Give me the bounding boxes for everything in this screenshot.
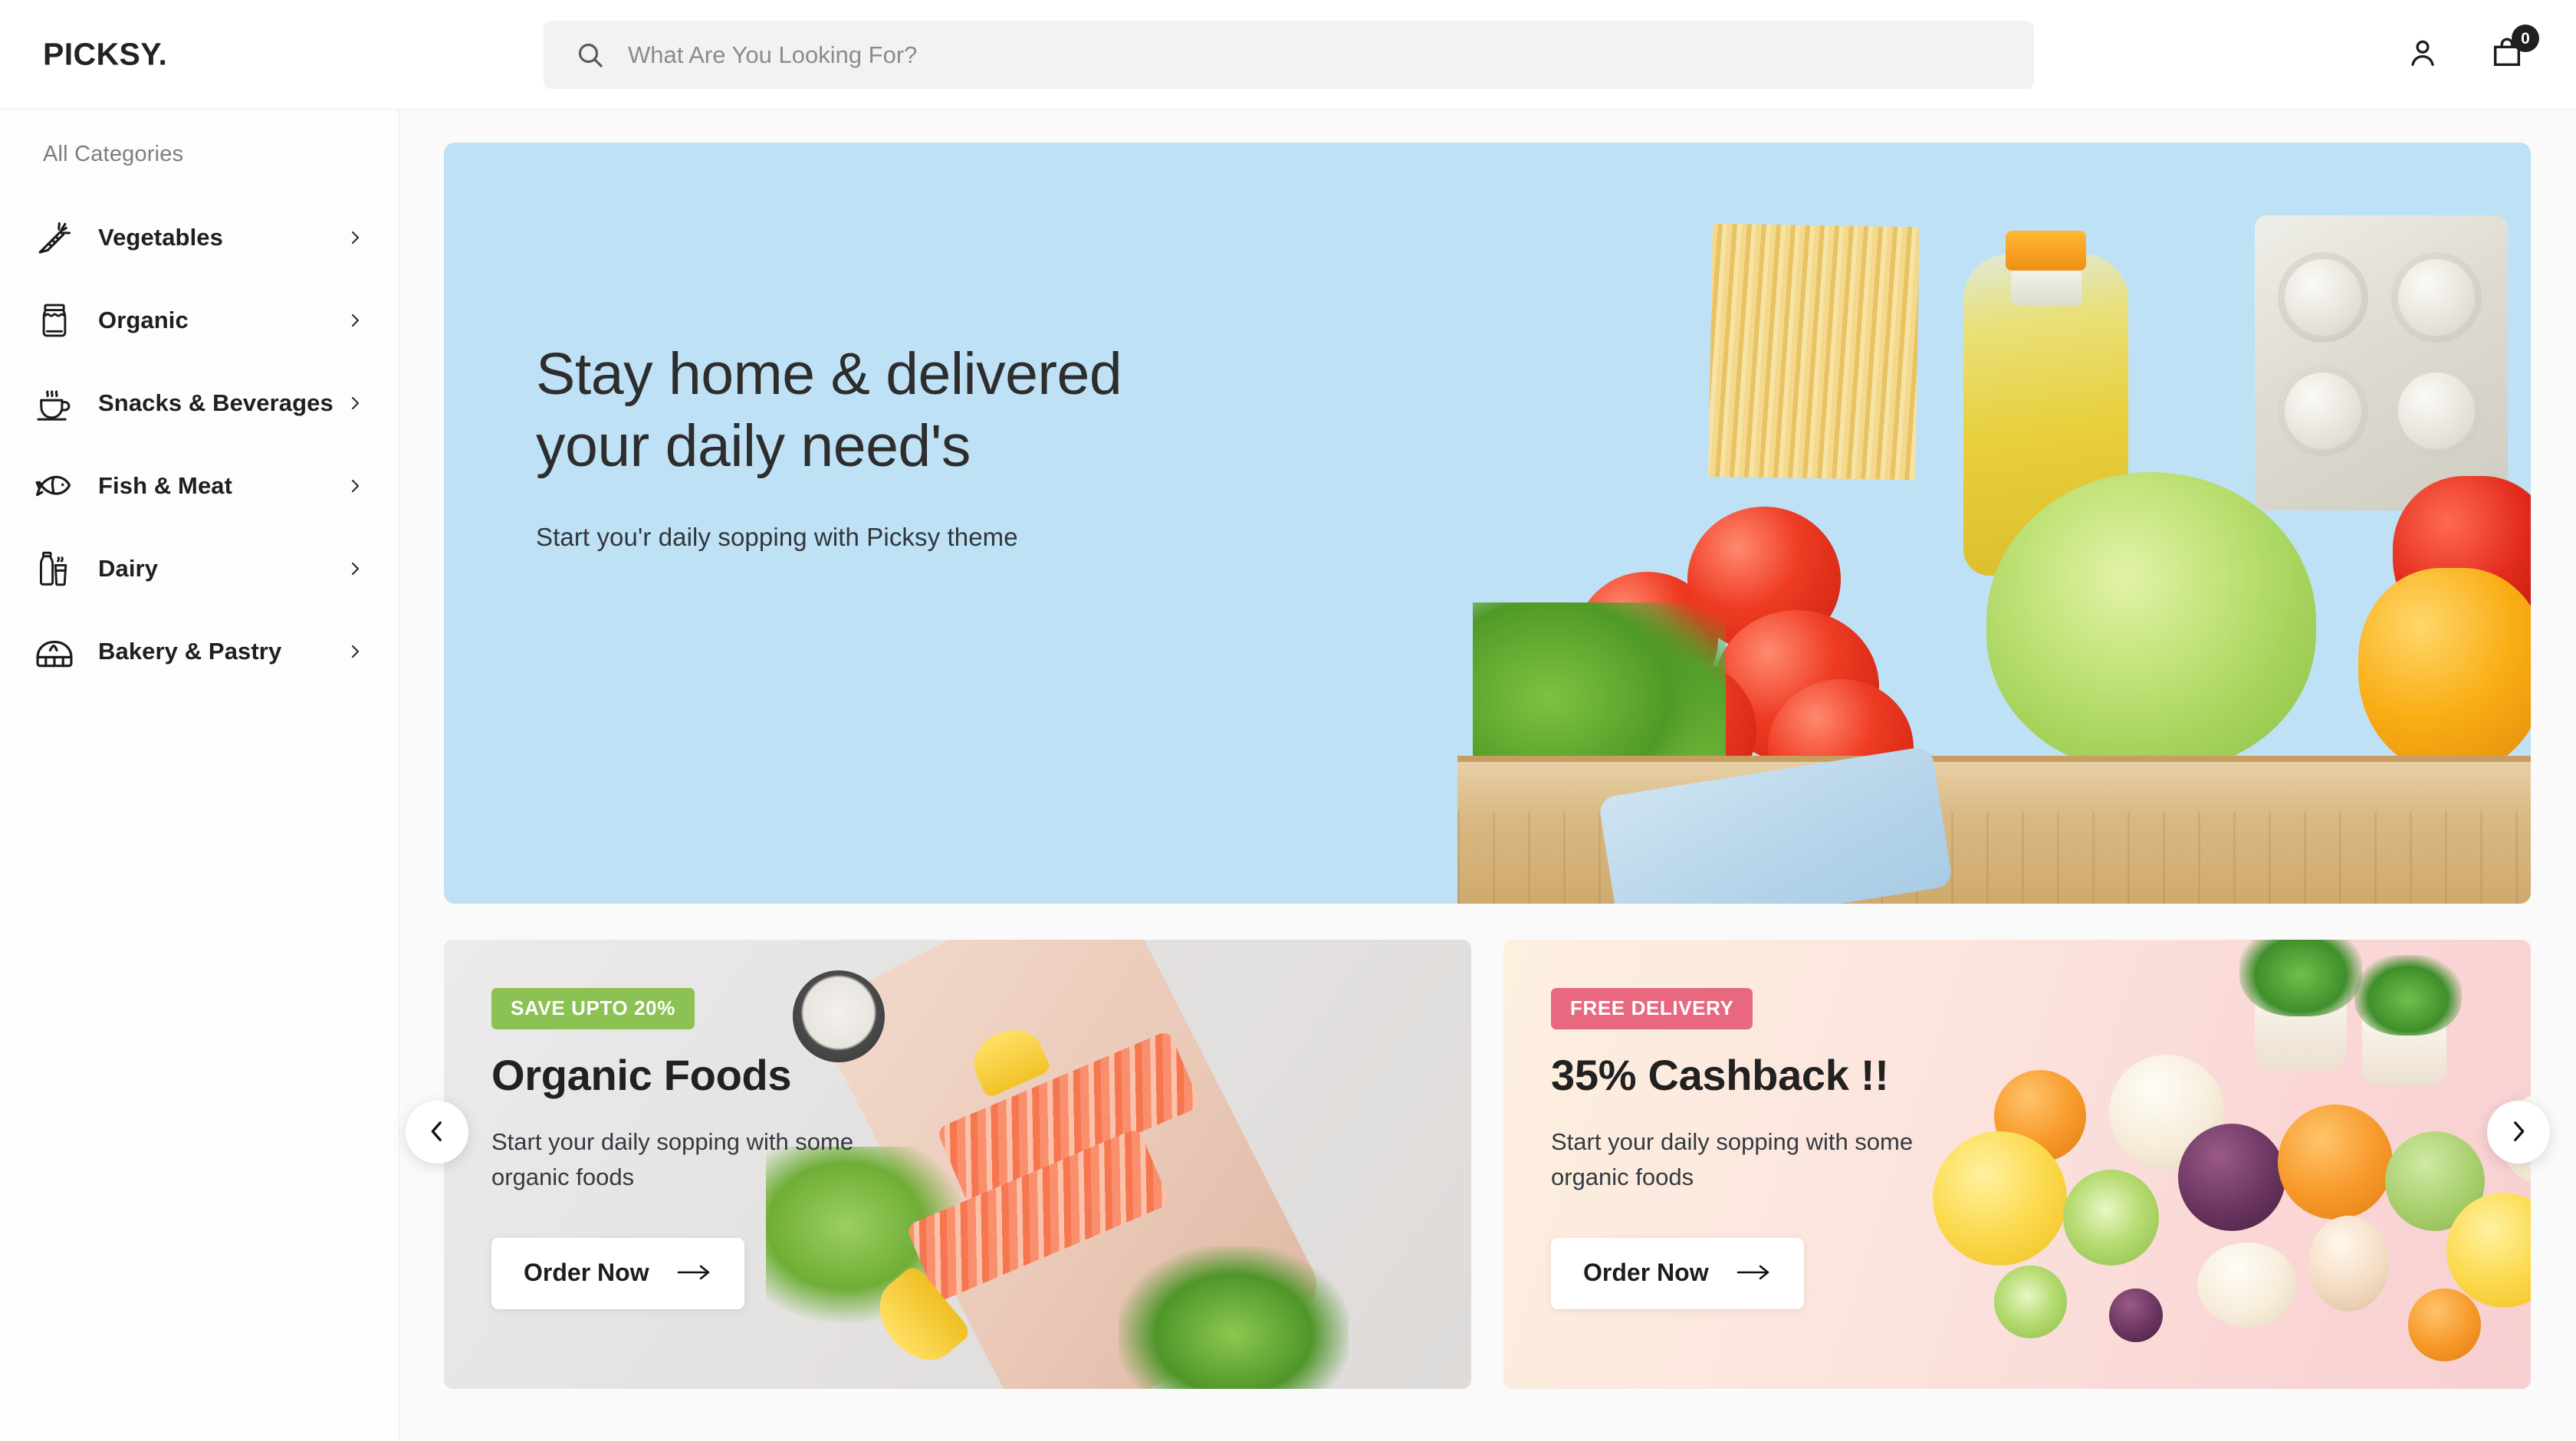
main-content: Stay home & delivered your daily need's … [399, 110, 2576, 1441]
category-sidebar: All Categories Vegetables Organic Snacks… [0, 110, 399, 1441]
promo-badge: FREE DELIVERY [1551, 988, 1753, 1029]
header-actions: 0 [2403, 25, 2539, 74]
chevron-right-icon [2505, 1118, 2532, 1147]
promo-title: Organic Foods [491, 1051, 792, 1099]
promo-description: Start your daily sopping with some organ… [1551, 1128, 1914, 1190]
user-icon [2405, 35, 2440, 74]
fish-icon [31, 462, 78, 510]
search-input[interactable] [628, 21, 2003, 89]
sidebar-item-label: Snacks & Beverages [98, 389, 334, 416]
site-header: PICKSY. 0 [0, 0, 2576, 110]
promo-card-cashback[interactable]: FREE DELIVERY 35% Cashback !! Start your… [1503, 940, 2531, 1389]
cart-count-badge: 0 [2512, 25, 2539, 52]
hero-text: Stay home & delivered your daily need's … [536, 339, 1122, 552]
jar-icon [31, 297, 78, 344]
sidebar-item-label: Fish & Meat [98, 472, 233, 499]
chevron-right-icon [345, 310, 365, 330]
chevron-left-icon [424, 1118, 450, 1147]
sidebar-item-organic[interactable]: Organic [0, 279, 399, 362]
search-icon [574, 39, 606, 71]
promo-cards: SAVE UPTO 20% Organic Foods Start your d… [444, 940, 2531, 1389]
sidebar-item-vegetables[interactable]: Vegetables [0, 196, 399, 279]
hero-banner[interactable]: Stay home & delivered your daily need's … [444, 143, 2531, 904]
cart-button[interactable]: 0 [2487, 25, 2539, 74]
chevron-right-icon [345, 642, 365, 661]
sidebar-item-label: Dairy [98, 555, 159, 582]
promo-description: Start your daily sopping with some organ… [491, 1128, 854, 1190]
hero-title-line-2: your daily need's [536, 412, 971, 479]
sidebar-item-label: Vegetables [98, 224, 223, 251]
order-now-button[interactable]: Order Now [491, 1237, 744, 1309]
sidebar-item-fish-meat[interactable]: Fish & Meat [0, 445, 399, 527]
coffee-cup-icon [31, 379, 78, 427]
sidebar-item-bakery-pastry[interactable]: Bakery & Pastry [0, 610, 399, 693]
chevron-right-icon [345, 476, 365, 496]
search-bar[interactable] [544, 21, 2034, 89]
sidebar-item-label: Bakery & Pastry [98, 638, 282, 665]
chevron-right-icon [345, 228, 365, 248]
arrow-right-icon [677, 1263, 712, 1282]
chevron-right-icon [345, 393, 365, 413]
order-now-button[interactable]: Order Now [1551, 1237, 1804, 1309]
carrot-icon [31, 214, 78, 261]
account-button[interactable] [2403, 34, 2443, 74]
promo-card-organic-foods[interactable]: SAVE UPTO 20% Organic Foods Start your d… [444, 940, 1471, 1389]
carousel-next-button[interactable] [2487, 1101, 2550, 1164]
milk-bottle-icon [31, 545, 78, 592]
hero-title-line-1: Stay home & delivered [536, 341, 1122, 407]
sidebar-title: All Categories [43, 142, 184, 166]
hero-subtitle: Start you'r daily sopping with Picksy th… [536, 522, 1018, 551]
order-now-label: Order Now [524, 1258, 649, 1286]
sidebar-item-snacks-beverages[interactable]: Snacks & Beverages [0, 362, 399, 445]
arrow-right-icon [1737, 1263, 1772, 1282]
pie-icon [31, 628, 78, 675]
carousel-prev-button[interactable] [406, 1101, 468, 1164]
promo-title: 35% Cashback !! [1551, 1051, 1889, 1099]
chevron-right-icon [345, 559, 365, 579]
promo-badge: SAVE UPTO 20% [491, 988, 695, 1029]
hero-image [1457, 143, 2531, 904]
order-now-label: Order Now [1583, 1258, 1709, 1286]
sidebar-item-label: Organic [98, 307, 189, 333]
brand-logo[interactable]: PICKSY. [43, 37, 167, 73]
sidebar-item-dairy[interactable]: Dairy [0, 527, 399, 610]
